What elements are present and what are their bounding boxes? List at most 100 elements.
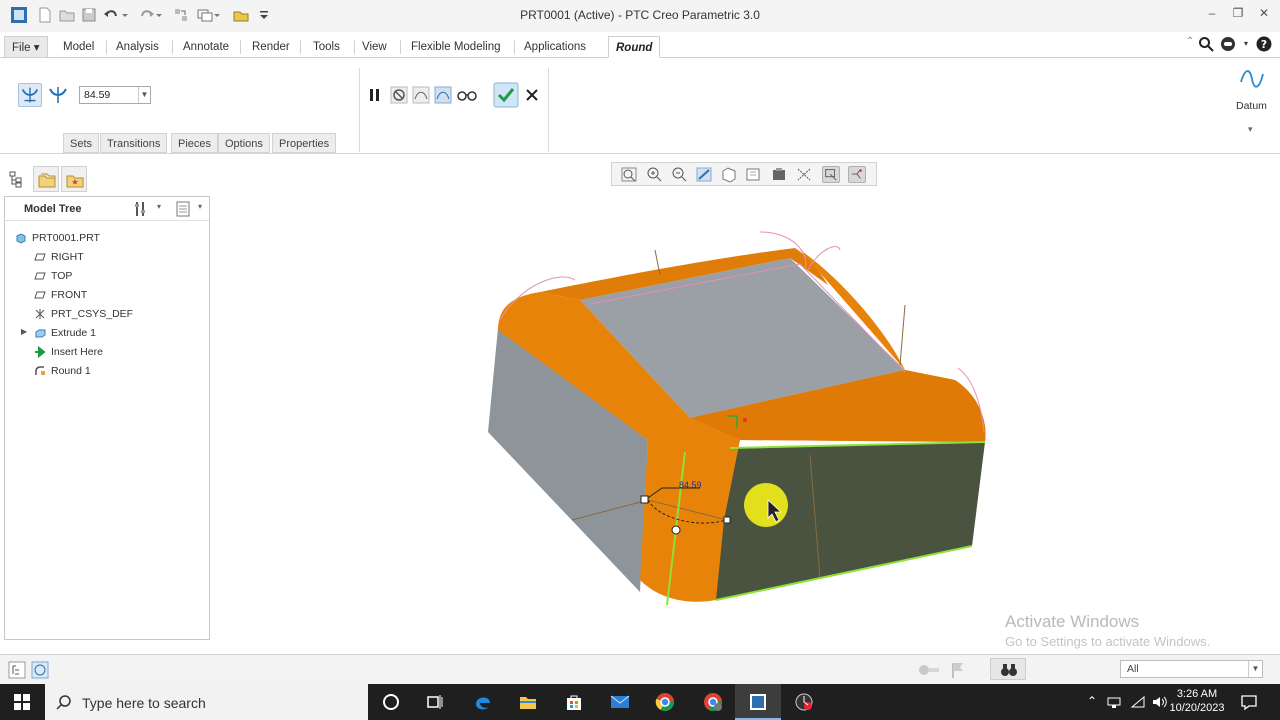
tab-file[interactable]: File ▾: [4, 36, 48, 58]
tab-flexible-modeling[interactable]: Flexible Modeling: [404, 36, 508, 58]
radius-drag-handle[interactable]: [640, 495, 649, 504]
graphics-viewport[interactable]: 84.59: [212, 188, 1280, 652]
tab-render[interactable]: Render: [245, 36, 297, 58]
community-dropdown-icon[interactable]: ▾: [1238, 36, 1254, 52]
tree-item-part[interactable]: PRT0001.PRT: [5, 229, 209, 247]
tree-settings-icon[interactable]: [133, 200, 149, 218]
show-columns-icon[interactable]: [175, 200, 191, 218]
file-explorer-button[interactable]: [505, 684, 551, 720]
edge-drag-handle[interactable]: [723, 516, 731, 524]
clock-date: 10/20/2023: [1169, 702, 1225, 714]
task-view-button[interactable]: [412, 684, 458, 720]
datum-icon[interactable]: [1238, 66, 1266, 92]
find-button[interactable]: [990, 658, 1026, 680]
radius-dimension-label[interactable]: 84.59: [679, 480, 702, 490]
subtab-pieces[interactable]: Pieces: [171, 133, 219, 153]
filter-dropdown-icon[interactable]: ▼: [1248, 661, 1262, 677]
tab-round[interactable]: Round: [608, 36, 661, 58]
tree-item-top[interactable]: TOP: [5, 267, 209, 285]
expand-arrow-icon[interactable]: ▶: [21, 327, 27, 336]
selection-filter-value: All: [1127, 663, 1139, 675]
datum-label[interactable]: Datum: [1236, 100, 1267, 112]
tab-view[interactable]: View: [355, 36, 394, 58]
selection-filter-select[interactable]: All ▼: [1120, 660, 1263, 678]
notifications-icon[interactable]: [1240, 693, 1258, 711]
subtab-properties[interactable]: Properties: [272, 133, 337, 153]
pause-icon[interactable]: [365, 84, 385, 106]
model-tree-tab-icon[interactable]: [8, 170, 26, 188]
show-hidden-icons[interactable]: ⌃: [1084, 694, 1100, 710]
repaint-icon[interactable]: [695, 166, 713, 183]
recorder-button[interactable]: [781, 684, 827, 720]
tree-item-front[interactable]: FRONT: [5, 286, 209, 304]
subtab-sets[interactable]: Sets: [63, 133, 100, 153]
folder-browser-tab[interactable]: [33, 166, 59, 192]
tree-item-csys[interactable]: PRT_CSYS_DEF: [5, 305, 209, 323]
system-clock[interactable]: 3:26 AM 10/20/2023: [1168, 687, 1226, 715]
verify-mode-icon[interactable]: [433, 84, 453, 106]
datum-display-filters-icon[interactable]: [822, 166, 840, 183]
taskbar-search-box[interactable]: Type here to search: [45, 684, 368, 720]
show-dropdown-icon[interactable]: ▾: [198, 202, 202, 211]
center-drag-handle[interactable]: [671, 525, 681, 535]
mail-button[interactable]: [597, 684, 643, 720]
creo-taskbar-button[interactable]: [735, 684, 781, 720]
minimize-ribbon-icon[interactable]: ⌃: [1182, 34, 1198, 50]
network-ethernet-icon[interactable]: [1106, 694, 1122, 710]
restore-button[interactable]: ❐: [1228, 6, 1248, 24]
toggle-browser-icon[interactable]: [31, 661, 49, 679]
preview-separate-icon[interactable]: [411, 84, 431, 106]
chrome-button[interactable]: [642, 684, 688, 720]
wifi-icon[interactable]: [1130, 694, 1146, 710]
start-button[interactable]: [0, 684, 44, 720]
display-style-icon[interactable]: [795, 166, 813, 183]
apply-ok-icon[interactable]: [493, 82, 519, 108]
store-button[interactable]: [551, 684, 597, 720]
tab-analysis[interactable]: Analysis: [109, 36, 166, 58]
tree-settings-dropdown-icon[interactable]: ▾: [157, 202, 161, 211]
tree-item-insert-here[interactable]: Insert Here: [5, 343, 209, 361]
flag-icon[interactable]: [950, 661, 966, 679]
mail-envelope-icon: [610, 695, 630, 708]
round-icon: [35, 366, 45, 375]
tree-item-round[interactable]: Round 1: [5, 362, 209, 380]
tab-annotate[interactable]: Annotate: [176, 36, 236, 58]
community-icon[interactable]: [1220, 36, 1236, 52]
radius-dropdown-icon[interactable]: ▼: [138, 87, 150, 103]
orient-mode-icon[interactable]: [720, 166, 738, 183]
zoom-out-icon[interactable]: [670, 166, 688, 183]
subtab-transitions[interactable]: Transitions: [100, 133, 168, 153]
subtab-options[interactable]: Options: [218, 133, 270, 153]
chrome-profile-button[interactable]: [690, 684, 736, 720]
toggle-navigator-icon[interactable]: [8, 661, 26, 679]
close-button[interactable]: ✕: [1254, 6, 1274, 24]
annotation-display-icon[interactable]: [848, 166, 866, 183]
tree-item-extrude[interactable]: ▶ Extrude 1: [5, 324, 209, 342]
title-bar: PRT0001 (Active) - PTC Creo Parametric 3…: [0, 0, 1280, 32]
radius-value-field[interactable]: 84.59 ▼: [79, 86, 151, 104]
tab-tools[interactable]: Tools: [306, 36, 347, 58]
help-icon[interactable]: ?: [1256, 36, 1272, 52]
verify-glasses-icon[interactable]: [456, 84, 478, 106]
datum-dropdown-icon[interactable]: ▾: [1248, 124, 1253, 135]
set-mode-icon[interactable]: [46, 83, 70, 107]
edge-taskbar-button[interactable]: [460, 684, 506, 720]
refit-icon[interactable]: [620, 166, 638, 183]
view-manager-icon[interactable]: [770, 166, 788, 183]
no-preview-icon[interactable]: [389, 84, 409, 106]
cortana-button[interactable]: [368, 684, 414, 720]
saved-orientations-icon[interactable]: [745, 166, 763, 183]
tree-item-label: Extrude 1: [51, 327, 96, 339]
svg-text:?: ?: [1261, 38, 1267, 51]
tab-model[interactable]: Model: [56, 36, 101, 58]
volume-icon[interactable]: [1151, 694, 1167, 710]
zoom-in-icon[interactable]: [645, 166, 663, 183]
tree-item-right[interactable]: RIGHT: [5, 248, 209, 266]
cancel-icon[interactable]: [522, 84, 542, 106]
tab-applications[interactable]: Applications: [517, 36, 593, 58]
constant-round-icon[interactable]: [18, 83, 42, 107]
search-icon[interactable]: [1198, 36, 1214, 52]
status-bar: All ▼: [0, 654, 1280, 684]
favorites-tab[interactable]: [61, 166, 87, 192]
minimize-button[interactable]: –: [1202, 6, 1222, 24]
